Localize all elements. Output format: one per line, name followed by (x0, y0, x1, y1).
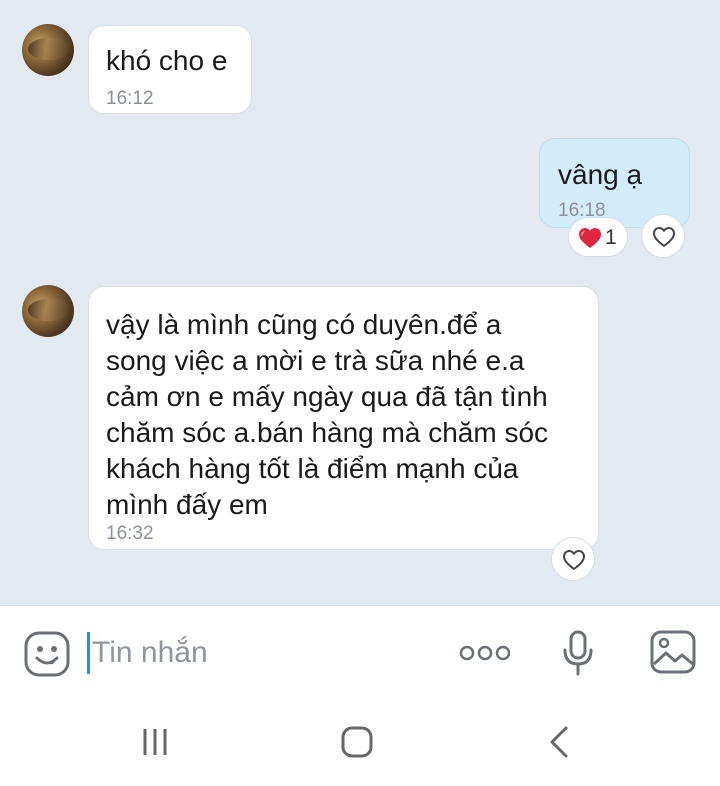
back-icon[interactable] (548, 726, 570, 758)
reaction-summary[interactable]: 1 (568, 217, 628, 257)
recent-apps-icon[interactable] (140, 727, 170, 757)
heart-outline-icon (653, 227, 675, 247)
message-text: khó cho e (106, 45, 228, 76)
message-bubble-incoming[interactable]: khó cho e 16:12 (88, 25, 252, 114)
message-time: 16:32 (106, 523, 154, 544)
home-icon[interactable] (341, 726, 373, 758)
message-bubble-incoming[interactable]: vậy là mình cũng có duyên.để a song việc… (88, 286, 599, 550)
message-composer: Tin nhắn (0, 605, 720, 697)
react-button[interactable] (641, 214, 685, 258)
more-options-icon[interactable] (459, 644, 511, 662)
sender-avatar[interactable] (22, 285, 74, 337)
sender-avatar[interactable] (22, 24, 74, 76)
react-button[interactable] (551, 537, 595, 581)
heart-outline-icon (563, 550, 585, 570)
system-navigation-bar (0, 697, 720, 786)
emoji-icon[interactable] (24, 631, 70, 677)
chat-area[interactable]: khó cho e 16:12 vâng ạ 16:18 1 vậy là mì… (0, 0, 720, 605)
image-gallery-icon[interactable] (650, 630, 696, 674)
microphone-icon[interactable] (562, 630, 594, 676)
message-input[interactable]: Tin nhắn (92, 636, 208, 670)
text-caret (87, 632, 90, 674)
heart-reaction-icon (579, 228, 601, 248)
reaction-count: 1 (605, 226, 617, 249)
message-text: vâng ạ (558, 159, 643, 190)
message-time: 16:12 (106, 88, 154, 109)
message-text: vậy là mình cũng có duyên.để a song việc… (106, 309, 549, 520)
